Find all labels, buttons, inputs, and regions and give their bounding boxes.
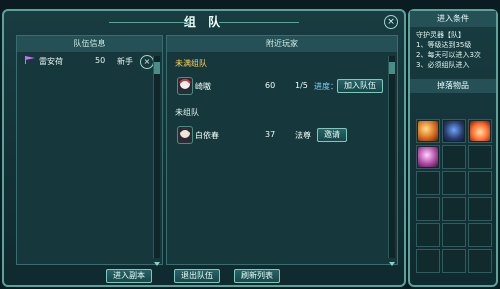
- loot-slot[interactable]: [468, 197, 492, 221]
- avatar: [177, 77, 193, 95]
- team-count: 50: [95, 56, 106, 65]
- player-level: 60: [265, 81, 276, 90]
- player-row[interactable]: 白依春 37 法尊 邀请: [171, 122, 397, 150]
- conditions-list: 守护灵器【队】 1、等级达到35级 2、每天可以进入3次 3、必须组队进入: [410, 27, 496, 73]
- loot-slot[interactable]: [442, 197, 466, 221]
- nearby-header: 附近玩家: [167, 36, 397, 52]
- loot-slot[interactable]: [416, 145, 440, 169]
- loot-slot[interactable]: [468, 119, 492, 143]
- condition-line: 2、每天可以进入3次: [416, 51, 481, 59]
- right-scrollbar[interactable]: [388, 56, 395, 266]
- left-scrollbar[interactable]: [153, 56, 160, 266]
- player-name: 白依春: [195, 131, 219, 140]
- section-none: 未组队 白依春 37 法尊 邀请: [167, 107, 397, 150]
- loot-slot[interactable]: [442, 171, 466, 195]
- condition-line: 3、必须组队进入: [416, 61, 470, 69]
- team-info-header: 队伍信息: [17, 36, 162, 52]
- team-window: 组 队 × 队伍信息 雷安荷 50 新手 × 附近玩家 未满组队 崎嗷 60 1…: [2, 9, 406, 287]
- player-row[interactable]: 崎嗷 60 1/5 进度：0/0 加入队伍: [171, 73, 397, 101]
- loot-slot[interactable]: [416, 197, 440, 221]
- team-row[interactable]: 雷安荷 50 新手 ×: [17, 52, 162, 72]
- party-count: 1/5: [295, 81, 308, 90]
- fire-icon: [418, 121, 438, 141]
- loot-slot[interactable]: [468, 223, 492, 247]
- loot-slot[interactable]: [416, 223, 440, 247]
- loot-slot[interactable]: [416, 171, 440, 195]
- loot-slot[interactable]: [442, 223, 466, 247]
- loot-slot[interactable]: [442, 119, 466, 143]
- player-name: 崎嗷: [195, 82, 211, 91]
- close-icon[interactable]: ×: [384, 15, 398, 29]
- section-full-title: 未满组队: [175, 59, 207, 68]
- flag-icon: [25, 56, 35, 64]
- flame-orb-icon: [470, 121, 490, 141]
- scroll-down-icon[interactable]: [154, 252, 160, 266]
- loot-slot[interactable]: [468, 145, 492, 169]
- section-none-title: 未组队: [175, 108, 199, 117]
- scroll-down-icon[interactable]: [389, 252, 395, 266]
- loot-slot[interactable]: [442, 249, 466, 273]
- join-team-button[interactable]: 加入队伍: [337, 79, 383, 93]
- loot-slot[interactable]: [416, 119, 440, 143]
- gem-icon: [418, 147, 438, 167]
- loot-slot[interactable]: [416, 249, 440, 273]
- leave-team-button[interactable]: 退出队伍: [174, 269, 220, 283]
- team-type: 新手: [117, 57, 133, 66]
- loot-grid: [416, 119, 494, 285]
- refresh-list-button[interactable]: 刷新列表: [234, 269, 280, 283]
- remove-icon[interactable]: ×: [140, 55, 154, 69]
- conditions-window: 进入条件 守护灵器【队】 1、等级达到35级 2、每天可以进入3次 3、必须组队…: [408, 9, 498, 287]
- window-title: 组 队: [4, 11, 404, 33]
- loot-slot[interactable]: [468, 171, 492, 195]
- scroll-thumb[interactable]: [154, 62, 160, 74]
- player-level: 37: [265, 130, 276, 139]
- team-name: 雷安荷: [39, 57, 63, 66]
- condition-line: 1、等级达到35级: [416, 41, 472, 49]
- player-class: 法尊: [295, 131, 311, 140]
- invite-button[interactable]: 邀请: [317, 128, 347, 142]
- enter-dungeon-button[interactable]: 进入副本: [106, 269, 152, 283]
- avatar: [177, 126, 193, 144]
- condition-line: 守护灵器【队】: [416, 31, 465, 39]
- conditions-title: 进入条件: [410, 11, 496, 27]
- nearby-players-panel: 附近玩家 未满组队 崎嗷 60 1/5 进度：0/0 加入队伍 未组队 白依春: [166, 35, 398, 266]
- bottom-actions: 进入副本 退出队伍 刷新列表: [4, 265, 404, 283]
- loot-slot[interactable]: [442, 145, 466, 169]
- team-info-panel: 队伍信息 雷安荷 50 新手 ×: [16, 35, 163, 266]
- section-full: 未满组队 崎嗷 60 1/5 进度：0/0 加入队伍: [167, 58, 397, 101]
- loot-title: 掉落物品: [410, 79, 496, 93]
- loot-slot[interactable]: [468, 249, 492, 273]
- scroll-thumb[interactable]: [389, 62, 395, 74]
- creature-icon: [444, 121, 464, 141]
